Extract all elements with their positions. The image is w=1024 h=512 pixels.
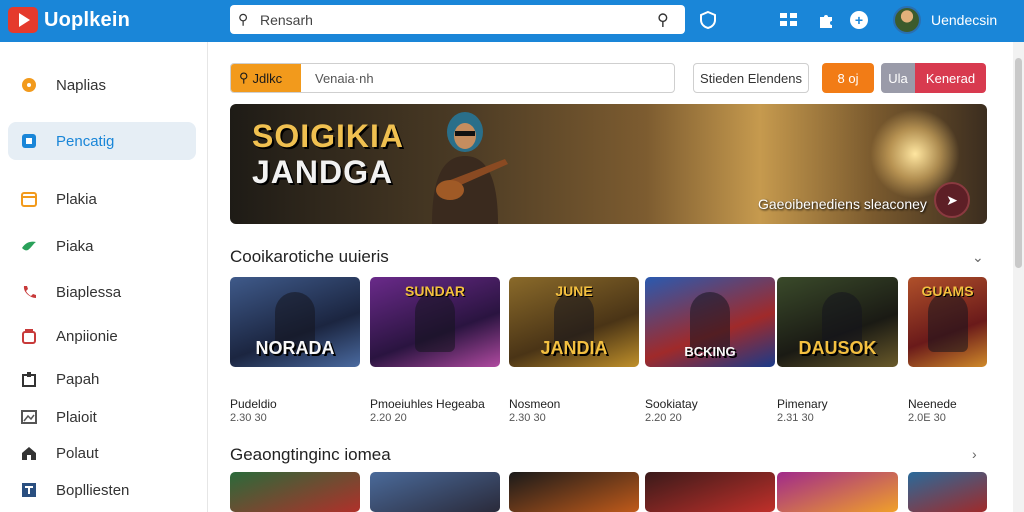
grid-icon[interactable] [778,9,800,31]
app-logo[interactable]: Uoplkein [8,6,130,34]
game-card[interactable]: SUNDAR [370,277,500,367]
game-card[interactable] [230,472,360,512]
chevron-down-icon[interactable]: ⌄ [972,249,984,266]
banner-hero-figure [432,112,508,224]
card-title[interactable]: Sookiatay [645,397,698,411]
card-meta: 2.31 30 [777,412,814,424]
calendar-icon [20,190,38,208]
card-art-text: DAUSOK [798,338,877,358]
filter-bar[interactable]: ⚲ Jdlkc Venaia·nh [230,63,675,93]
sidebar-item-biaplessa[interactable]: Biaplessa [8,273,196,311]
sidebar-item-label: Piaka [56,237,94,255]
game-card[interactable]: GUAMS [908,277,987,367]
shield-icon[interactable] [697,9,719,31]
avatar[interactable] [893,6,921,34]
game-card[interactable] [370,472,500,512]
section-title: Geaongtinginc iomea [230,445,391,464]
sidebar-item-papah[interactable]: Papah [8,360,196,398]
card-meta: 2.0E 30 [908,412,946,424]
search-submit-icon[interactable]: ⚲ [657,10,677,30]
card-art-text: BCKING [684,344,736,359]
card-figure [415,292,455,352]
t-icon [20,481,38,499]
sidebar-item-label: Biaplessa [56,283,122,301]
sidebar-item-label: Polaut [56,444,99,462]
game-card[interactable] [645,472,775,512]
sidebar-item-boplliesten[interactable]: Boplliesten [8,471,196,509]
gray-action-button[interactable]: Ula [881,63,915,93]
search-placeholder: Rensarh [260,11,313,28]
home-icon [20,444,38,462]
card-title[interactable]: Pudeldio [230,397,277,411]
sidebar-item-naplias[interactable]: Naplias [8,66,196,104]
sidebar-item-label: Plakia [56,190,97,208]
game-card[interactable]: JUNE JANDIA [509,277,639,367]
puzzle-icon[interactable] [815,9,837,31]
sidebar-item-label: Anpiionie [56,327,118,345]
box-icon [20,370,38,388]
filter-input[interactable]: Venaia·nh [301,64,674,92]
card-figure [928,292,968,352]
sidebar-item-piaka[interactable]: Piaka [8,227,196,265]
bag-icon [20,327,38,345]
sidebar-item-polaut[interactable]: Polaut [8,434,196,472]
scrollbar-thumb[interactable] [1015,58,1022,268]
app-name: Uoplkein [44,8,131,31]
sidebar-item-label: Naplias [56,76,107,94]
card-title[interactable]: Pmoeiuhles Hegeaba [370,397,485,411]
game-card[interactable]: NORADA [230,277,360,367]
square-icon [20,132,38,150]
filter-button[interactable]: Stieden Elendens [693,63,809,93]
card-figure [690,292,730,352]
phone-icon [20,283,38,301]
sidebar: Naplias Pencatig Plakia Piaka Biaplessa … [0,42,208,512]
image-icon [20,408,38,426]
search-icon: ⚲ [238,11,249,27]
sidebar-item-pencatig[interactable]: Pencatig [8,122,196,160]
play-logo-icon [8,7,38,33]
card-meta: 2.30 30 [230,412,267,424]
card-art-top: JUNE [555,283,593,299]
card-art-text: NORADA [255,338,335,358]
bird-icon [20,237,38,255]
game-card[interactable]: DAUSOK [777,277,898,367]
plus-icon[interactable]: + [850,11,868,29]
filter-tag-label: Jdlkc [252,70,283,86]
banner-caption: Gaeoibenediens sleaconey [758,196,927,212]
section-title: Cooikarotiche uuieris [230,247,389,266]
circle-icon [20,76,38,94]
card-meta: 2.30 30 [509,412,546,424]
orange-action-button[interactable]: 8 oj [822,63,874,93]
card-meta: 2.20 20 [370,412,407,424]
sidebar-item-label: Pencatig [56,132,115,150]
username[interactable]: Uendecsin [931,12,997,28]
game-card[interactable] [908,472,987,512]
sidebar-item-label: Boplliesten [56,481,130,499]
banner-action-button[interactable]: ➤ [934,182,970,218]
search-icon: ⚲ [239,70,249,85]
card-art-top: GUAMS [921,283,974,299]
top-bar: Uoplkein ⚲ Rensarh ⚲ + Uendecsin [0,0,1024,42]
featured-banner[interactable]: SOIGIKIA JANDGA Gaeoibenediens sleaconey… [230,104,987,224]
card-art-top: SUNDAR [405,283,465,299]
sidebar-item-anpiionie[interactable]: Anpiionie [8,317,196,355]
sidebar-item-label: Papah [56,370,100,388]
game-card[interactable] [777,472,898,512]
banner-title-line2: JANDGA [252,154,394,190]
red-action-button[interactable]: Kenerad [915,63,986,93]
card-title[interactable]: Pimenary [777,397,828,411]
game-card[interactable] [509,472,639,512]
search-input[interactable]: ⚲ Rensarh ⚲ [230,5,685,34]
card-meta: 2.20 20 [645,412,682,424]
chevron-right-icon[interactable]: › [972,446,977,462]
sidebar-item-label: Plaioit [56,408,97,426]
filter-tag[interactable]: ⚲ Jdlkc [231,64,301,92]
card-art-text: JANDIA [540,338,608,358]
banner-title-line1: SOIGIKIA [252,118,405,154]
game-card[interactable]: BCKING [645,277,775,367]
card-title[interactable]: Neenede [908,397,957,411]
sidebar-item-plakia[interactable]: Plakia [8,180,196,218]
card-title[interactable]: Nosmeon [509,397,560,411]
sidebar-item-plaioit[interactable]: Plaioit [8,398,196,436]
